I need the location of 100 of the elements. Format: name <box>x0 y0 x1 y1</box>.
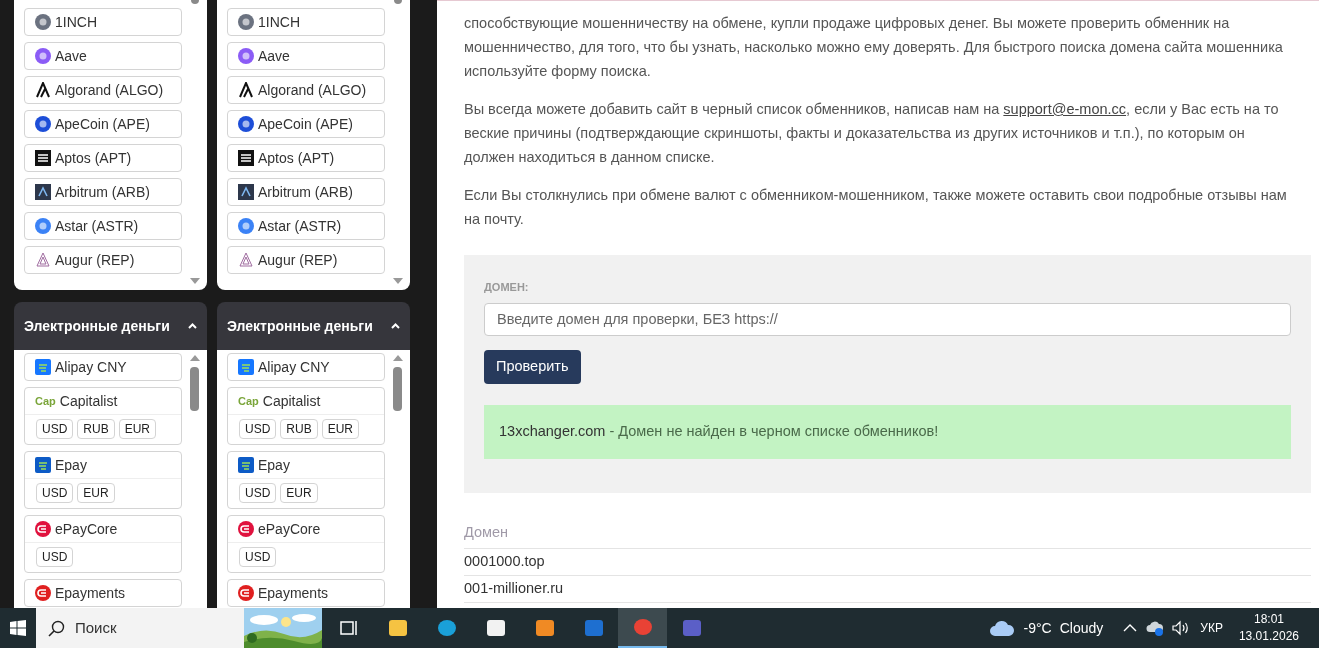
chevron-up-icon[interactable] <box>1123 624 1138 632</box>
currency-item[interactable]: Algorand (ALGO) <box>227 76 385 104</box>
logo-icon <box>238 457 254 473</box>
currency-chip[interactable]: USD <box>36 483 74 503</box>
logo-icon <box>238 150 254 166</box>
weather-condition: Cloudy <box>1059 618 1104 638</box>
panel-title: Электронные деньги <box>227 316 373 336</box>
triangle-logo-icon <box>35 252 51 268</box>
currency-item[interactable]: Aave <box>227 42 385 70</box>
currency-item[interactable]: ApeCoin (APE) <box>227 110 385 138</box>
logo-icon <box>35 359 51 375</box>
domain-input[interactable]: Введите домен для проверки, БЕЗ https:// <box>484 302 1291 336</box>
result-message: 13xchanger.com - Домен не найден в черном списке обменников! <box>499 421 939 441</box>
logo-icon <box>35 184 51 200</box>
logo-icon <box>35 150 51 166</box>
currency-item[interactable]: ApeCoin (APE) <box>24 110 182 138</box>
payment-card[interactable]: Epayments <box>24 579 182 607</box>
search-icon <box>48 619 65 637</box>
logo-icon <box>35 521 51 537</box>
scroll-down-icon[interactable] <box>189 278 200 284</box>
scroll-up-icon[interactable] <box>392 355 403 361</box>
payment-name: Alipay CNY <box>55 357 127 377</box>
payment-card[interactable]: Epay USD EUR <box>227 451 385 509</box>
coin-icon <box>35 14 51 30</box>
currency-item[interactable]: Arbitrum (ARB) <box>24 178 182 206</box>
scrollbar-thumb[interactable] <box>190 367 199 411</box>
currency-item[interactable]: Augur (REP) <box>227 246 385 274</box>
payment-card[interactable]: Cap Capitalist USD RUB EUR <box>24 387 182 445</box>
currency-chip[interactable]: USD <box>36 419 74 439</box>
payment-card[interactable]: ePayCore USD <box>227 515 385 573</box>
triangle-logo-icon <box>238 252 254 268</box>
currency-chip[interactable]: USD <box>36 547 74 567</box>
coin-icon <box>238 116 254 132</box>
currency-chip[interactable]: RUB <box>77 419 115 439</box>
currency-chip[interactable]: USD <box>239 419 277 439</box>
logo-icon <box>35 82 51 98</box>
logo-icon <box>238 585 254 601</box>
currency-chip[interactable]: EUR <box>321 419 360 439</box>
panel-header[interactable]: Электронные деньги <box>217 302 410 350</box>
coin-icon <box>238 218 254 234</box>
payment-card[interactable]: Alipay CNY <box>24 353 182 381</box>
payment-card[interactable]: Epay USD EUR <box>24 451 182 509</box>
currency-item[interactable]: Astar (ASTR) <box>24 212 182 240</box>
currency-chip[interactable]: USD <box>239 483 277 503</box>
app-icon <box>533 617 556 639</box>
currency-item[interactable]: Aave <box>24 42 182 70</box>
payment-name: ePayCore <box>258 519 321 539</box>
scrollbar-thumb[interactable] <box>393 367 402 411</box>
currency-chip[interactable]: EUR <box>280 483 318 503</box>
logo-icon <box>238 82 254 98</box>
currency-item[interactable]: 1INCH <box>24 8 182 36</box>
payment-card[interactable]: Alipay CNY <box>227 353 385 381</box>
search-placeholder: Поиск <box>75 617 118 638</box>
panel-header[interactable]: Электронные деньги <box>14 302 207 350</box>
coin-icon <box>35 48 51 64</box>
currency-item[interactable]: Arbitrum (ARB) <box>227 178 385 206</box>
paragraph: способствующие мошенничеству на обмене, купли продаже цифровых денег. Вы можете проверить обменник на мошенничество, для того, что бы узнать, насколько можно ему доверять. Для быстрого поиска домена сайта мошенника используйте форму поиска. <box>464 14 1284 81</box>
currency-item[interactable]: Aptos (APT) <box>227 144 385 172</box>
logo-icon <box>238 184 254 200</box>
paragraph: Вы всегда можете добавить сайт в черный список обменников, написав нам на support@e-mon.cc, если у Вас есть на то веские причины (подтверждающие скриншоты, факты и доказательства из других источников и т.п.), по которым он должен находиться в данном списке. <box>464 100 1280 167</box>
scroll-down-icon[interactable] <box>392 278 403 284</box>
scrollbar-thumb[interactable] <box>190 0 199 4</box>
language-indicator[interactable]: УКР <box>1200 619 1223 637</box>
volume-icon[interactable] <box>1172 620 1191 636</box>
currency-item[interactable]: Astar (ASTR) <box>227 212 385 240</box>
currency-chip[interactable]: RUB <box>280 419 318 439</box>
coin-icon <box>35 116 51 132</box>
temperature: -9°C <box>1023 618 1052 638</box>
coin-icon <box>238 14 254 30</box>
logo-icon <box>238 521 254 537</box>
panel-title: Электронные деньги <box>24 316 170 336</box>
currency-item[interactable]: 1INCH <box>227 8 385 36</box>
currency-chip[interactable]: EUR <box>118 419 157 439</box>
date: 13.01.2026 <box>1238 628 1299 645</box>
scrollbar-thumb[interactable] <box>393 0 402 4</box>
currency-item[interactable]: Aptos (APT) <box>24 144 182 172</box>
cloud-icon[interactable] <box>1146 620 1165 636</box>
scroll-up-icon[interactable] <box>189 355 200 361</box>
check-button[interactable]: Проверить <box>484 349 581 384</box>
payment-name: ePayCore <box>55 519 118 539</box>
logo-text: Cap <box>238 393 259 409</box>
currency-item[interactable]: Augur (REP) <box>24 246 182 274</box>
table-cell: 001-millioner.ru <box>464 575 1311 603</box>
cloud-icon <box>988 619 1015 637</box>
payment-name: Epayments <box>258 583 329 603</box>
payment-card[interactable]: Cap Capitalist USD RUB EUR <box>227 387 385 445</box>
payment-name: Capitalist <box>59 391 118 411</box>
chevron-up-icon[interactable] <box>188 323 197 329</box>
logo-text: Cap <box>35 393 56 409</box>
logo-icon <box>35 585 51 601</box>
search-field[interactable]: Поиск <box>36 608 322 648</box>
clock[interactable]: 18:01 13.01.2026 <box>1238 611 1299 645</box>
currency-item[interactable]: Algorand (ALGO) <box>24 76 182 104</box>
payment-card[interactable]: Epayments <box>227 579 385 607</box>
coin-icon <box>238 48 254 64</box>
logo-icon <box>238 359 254 375</box>
currency-chip[interactable]: USD <box>239 547 277 567</box>
chevron-up-icon[interactable] <box>391 323 400 329</box>
currency-chip[interactable]: EUR <box>77 483 115 503</box>
payment-card[interactable]: ePayCore USD <box>24 515 182 573</box>
